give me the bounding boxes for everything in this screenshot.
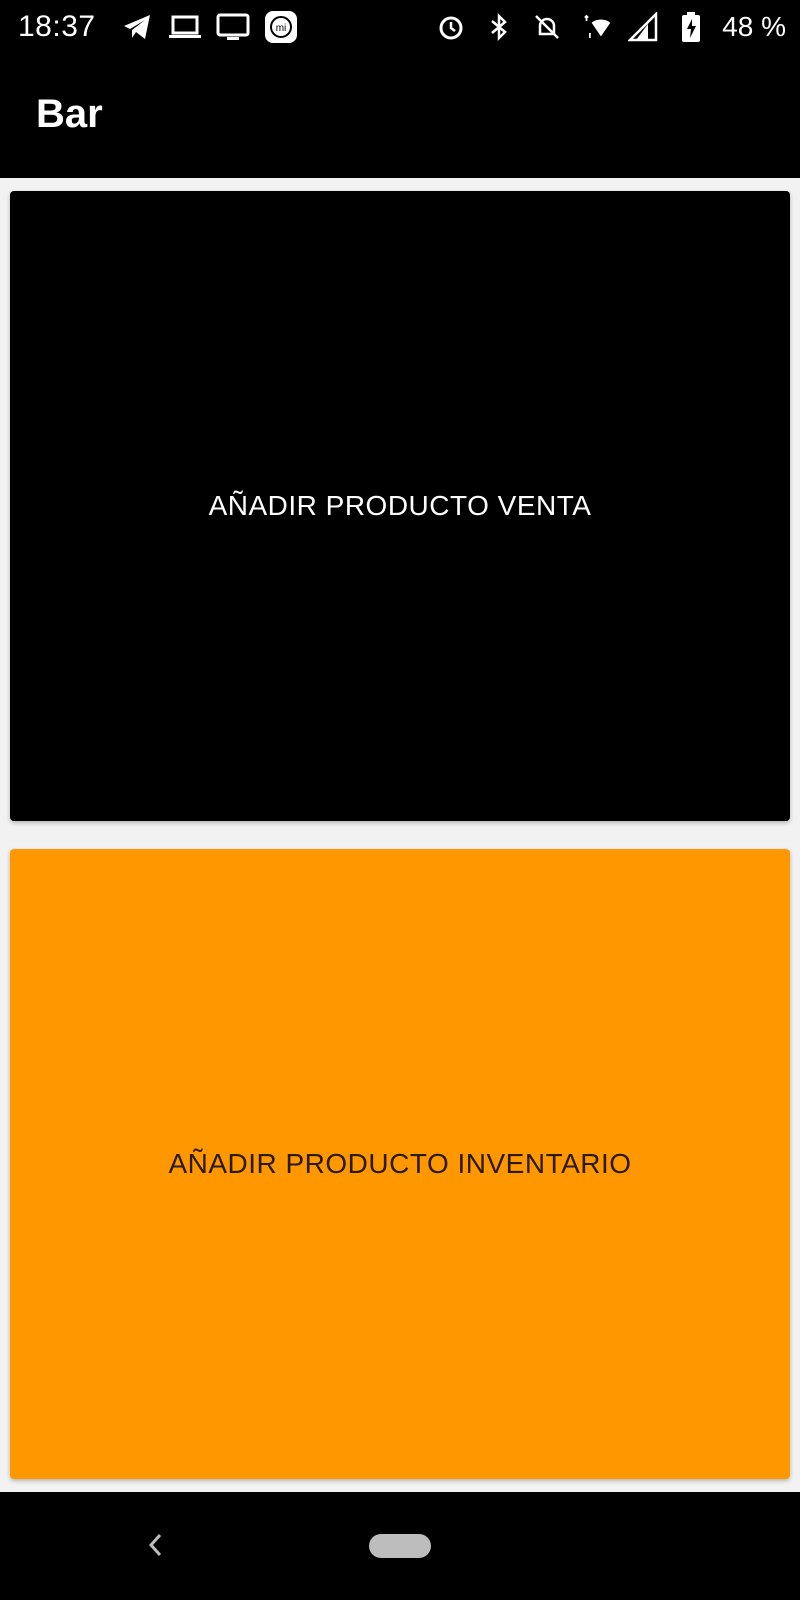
monitor-icon <box>216 10 250 44</box>
status-time: 18:37 <box>18 10 96 43</box>
mi-icon: mi <box>264 10 298 44</box>
telegram-icon <box>120 10 154 44</box>
svg-text:mi: mi <box>276 23 287 34</box>
add-sale-product-label: AÑADIR PRODUCTO VENTA <box>208 490 592 521</box>
wifi-icon <box>578 10 612 44</box>
signal-icon <box>626 10 660 44</box>
add-inventory-product-label: AÑADIR PRODUCTO INVENTARIO <box>168 1148 632 1179</box>
add-sale-product-button[interactable]: AÑADIR PRODUCTO VENTA <box>10 191 790 821</box>
app-bar: Bar <box>0 56 800 178</box>
navigation-bar <box>0 1492 800 1600</box>
battery-icon <box>674 10 708 44</box>
home-pill-icon[interactable] <box>369 1534 431 1558</box>
status-left-icons: mi <box>120 10 298 44</box>
status-right-icons: 48 % <box>434 10 786 44</box>
add-inventory-product-button[interactable]: AÑADIR PRODUCTO INVENTARIO <box>10 849 790 1479</box>
status-bar: 18:37 mi 48 % <box>0 0 800 56</box>
laptop-icon <box>168 10 202 44</box>
battery-percentage: 48 % <box>722 11 786 42</box>
page-title: Bar <box>36 92 103 136</box>
bluetooth-icon <box>482 10 516 44</box>
alarm-icon <box>434 10 468 44</box>
notifications-off-icon <box>530 10 564 44</box>
back-icon[interactable] <box>140 1520 170 1570</box>
